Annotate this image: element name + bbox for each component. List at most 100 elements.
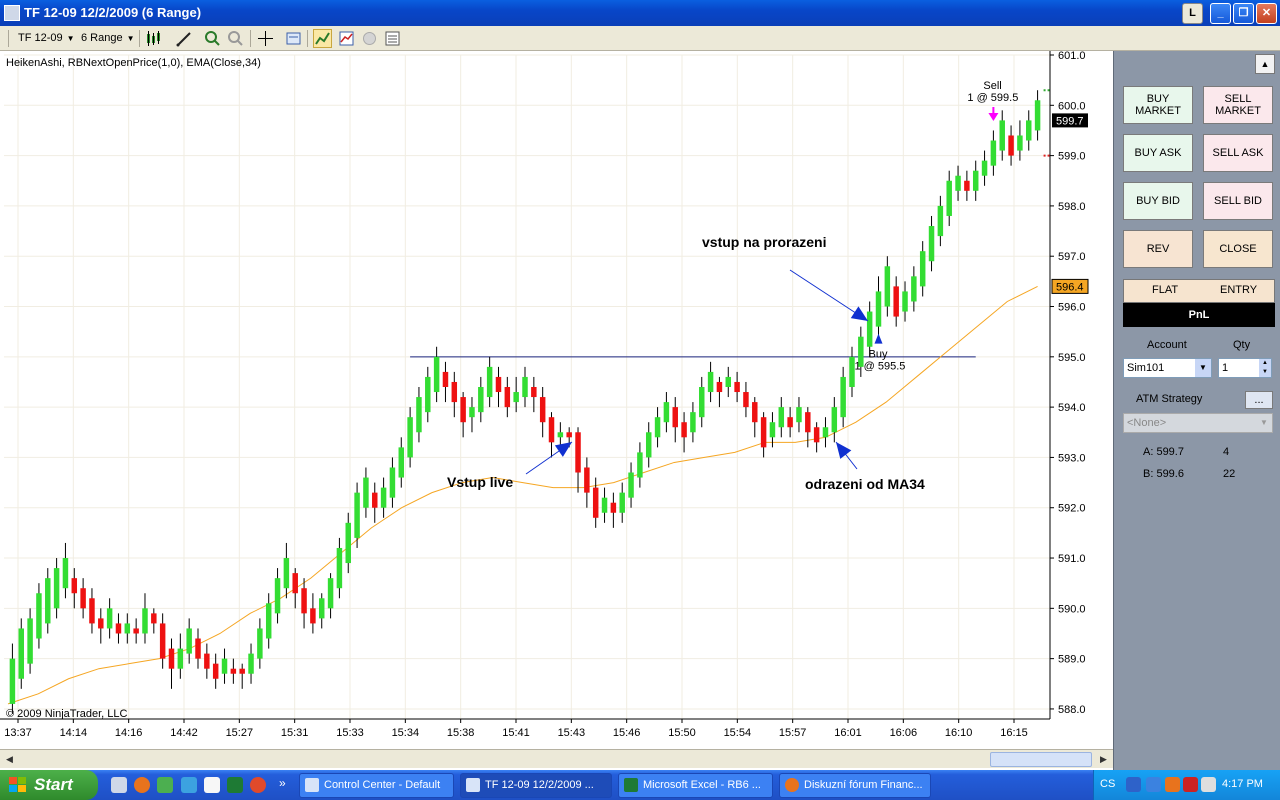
drawing-tool-icon[interactable] [175,29,194,48]
buy-ask-button[interactable]: BUY ASK [1123,134,1193,172]
account-select[interactable]: Sim101 ▼ [1123,358,1212,378]
scroll-thumb[interactable] [990,752,1092,767]
start-button[interactable]: Start [0,770,98,800]
atm-strategy-select[interactable]: <None> ▼ [1123,413,1273,433]
quicklaunch-app-icon[interactable] [204,777,220,793]
candle-body [239,668,245,674]
maximize-button[interactable]: ❐ [1233,3,1254,24]
reverse-button[interactable]: REV [1123,230,1193,268]
y-tick-label: 600.0 [1058,100,1086,112]
close-position-button[interactable]: CLOSE [1203,230,1273,268]
candle-body [318,598,325,619]
candle-body [469,407,475,418]
qty-down-icon[interactable]: ▼ [1259,368,1271,377]
candle-body [124,623,131,634]
chevron-down-icon[interactable]: ▼ [1195,359,1211,377]
sell-bid-button[interactable]: SELL BID [1203,182,1273,220]
ask-size: 4 [1223,446,1230,458]
quicklaunch-chrome-icon[interactable] [250,777,266,793]
quicklaunch-app-icon[interactable] [181,777,197,793]
crosshair-icon[interactable] [256,29,275,48]
tray-volume-icon[interactable] [1201,777,1216,792]
candle-body [115,623,122,634]
indicators-icon[interactable] [313,29,332,48]
quicklaunch-excel-icon[interactable] [227,777,243,793]
y-tick-label: 589.0 [1058,654,1086,666]
sell-market-line2: MARKET [1215,105,1261,117]
sell-market-line1: SELL [1224,93,1252,105]
chart-scrollbar[interactable]: ◀ ▶ [0,749,1113,768]
quicklaunch-firefox-icon[interactable] [134,777,150,793]
candle-body [221,658,228,674]
quicklaunch-more-icon[interactable]: » [279,776,286,790]
scroll-right-icon[interactable]: ▶ [1096,752,1111,767]
qty-stepper[interactable]: 1 ▲ ▼ [1218,358,1272,378]
toolbar-separator [8,30,9,47]
minimize-button[interactable]: _ [1210,3,1231,24]
buy-label: Buy [869,349,888,361]
candle-body [972,170,979,191]
strategies-icon[interactable] [337,29,356,48]
atm-strategy-button[interactable]: ... [1245,391,1273,409]
candle-body [486,366,493,398]
chart-style-icon[interactable] [144,29,163,48]
chart-canvas[interactable]: 601.0 600.0 599.0 598.0 597.0 596.0 595.0 594.0… [0,51,1113,749]
zoom-in-icon[interactable] [203,29,222,48]
y-tick-label: 598.0 [1058,201,1086,213]
task-control-center[interactable]: Control Center - Default [299,773,454,798]
task-label: Microsoft Excel - RB6 ... [643,779,761,791]
x-tick-label: 16:06 [890,727,918,739]
task-label: TF 12-09 12/2/2009 ... [485,779,594,791]
data-box-icon[interactable] [284,29,303,48]
candle-body [389,467,396,498]
chevron-down-icon[interactable]: ▼ [1256,414,1272,432]
candle-body [645,432,652,458]
y-tick-label: 593.0 [1058,452,1086,464]
chevron-down-icon: ▼ [66,34,75,43]
tray-security-icon[interactable] [1183,777,1198,792]
x-tick-label: 16:10 [945,727,973,739]
scroll-left-icon[interactable]: ◀ [2,752,17,767]
candle-body [133,628,139,634]
candle-body [707,371,714,393]
chart-area[interactable]: 601.0 600.0 599.0 598.0 597.0 596.0 595.0 594.0… [0,51,1113,770]
bid-price: B: 599.6 [1143,468,1184,480]
candle-body [539,397,546,423]
task-chart-window[interactable]: TF 12-09 12/2/2009 ... [460,773,612,798]
tray-arrow-icon[interactable] [1126,777,1141,792]
candle-body [451,381,458,403]
tray-app-icon[interactable] [1165,777,1180,792]
candle-body [36,593,42,639]
candle-body [98,618,104,629]
quicklaunch-app-icon[interactable] [157,777,173,793]
x-tick-label: 15:27 [226,727,254,739]
panel-scroll-up-button[interactable]: ▲ [1255,54,1275,74]
sell-ask-button[interactable]: SELL ASK [1203,134,1273,172]
period-selector[interactable]: 6 Range ▼ [81,29,135,48]
quicklaunch-desktop-icon[interactable] [111,777,127,793]
link-button[interactable]: L [1182,3,1203,24]
language-indicator[interactable]: CS [1100,778,1115,790]
candle-body [796,407,802,423]
candle-body [292,573,298,594]
candle-body [53,568,60,609]
window-titlebar: TF 12-09 12/2/2009 (6 Range) L _ ❐ ✕ [0,0,1280,26]
qty-up-icon[interactable]: ▲ [1259,359,1271,368]
position-entry-label: ENTRY [1220,284,1258,296]
y-tick-label: 591.0 [1058,553,1086,565]
candle-body [663,402,670,423]
candle-body [513,392,519,403]
candle-body [566,432,572,438]
instrument-selector[interactable]: TF 12-09 ▼ [18,29,75,48]
sell-market-button[interactable]: SELL MARKET [1203,86,1273,124]
candle-body [204,653,210,669]
buy-market-button[interactable]: BUY MARKET [1123,86,1193,124]
tray-network-icon[interactable] [1146,777,1161,792]
properties-icon[interactable] [383,29,402,48]
toolbar-separator [139,30,140,47]
zoom-out-icon[interactable] [226,29,245,48]
task-firefox[interactable]: Diskuzní fórum Financ... [779,773,931,798]
task-excel[interactable]: Microsoft Excel - RB6 ... [618,773,773,798]
buy-bid-button[interactable]: BUY BID [1123,182,1193,220]
close-button[interactable]: ✕ [1256,3,1277,24]
